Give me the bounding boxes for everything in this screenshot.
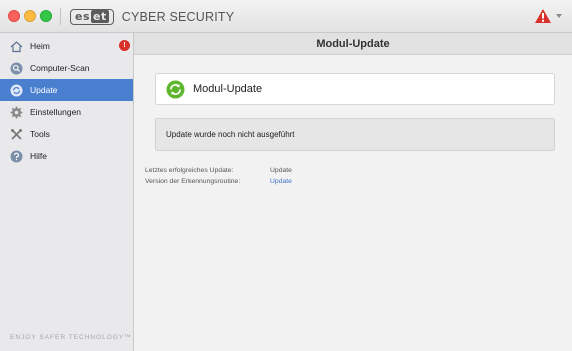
sidebar-item-label: Tools <box>30 129 50 139</box>
title-bar: es et CYBER SECURITY <box>0 0 572 33</box>
gear-icon <box>10 106 23 119</box>
sidebar-item-label: Computer-Scan <box>30 63 90 73</box>
module-update-title: Modul-Update <box>193 83 263 95</box>
eset-logo: es et CYBER SECURITY <box>70 8 234 25</box>
sidebar-item-label: Heim <box>30 41 50 51</box>
refresh-icon <box>166 80 185 99</box>
titlebar-divider <box>60 8 61 25</box>
main-panel: Modul-Update Modul-Update Update wurde n… <box>134 33 572 351</box>
sidebar-item-update[interactable]: Update <box>0 79 133 101</box>
help-icon <box>10 150 23 163</box>
app-window: es et CYBER SECURITY Heim ! Computer-Sca… <box>0 0 572 351</box>
alert-badge: ! <box>119 40 130 51</box>
sidebar-item-label: Update <box>30 85 58 95</box>
home-icon <box>10 41 23 53</box>
sidebar-item-hilfe[interactable]: Hilfe <box>0 145 133 167</box>
engine-version-link[interactable]: Update <box>270 178 292 185</box>
zoom-window-button[interactable] <box>40 10 52 22</box>
sidebar-item-einstellungen[interactable]: Einstellungen <box>0 101 133 123</box>
update-status-text: Update wurde noch nicht ausgeführt <box>166 130 295 139</box>
sidebar-item-heim[interactable]: Heim ! <box>0 35 133 57</box>
update-status-box: Update wurde noch nicht ausgeführt <box>155 118 555 151</box>
product-name: CYBER SECURITY <box>121 9 235 24</box>
last-update-label: Letztes erfolgreiches Update: <box>145 167 234 174</box>
sidebar-item-label: Hilfe <box>30 151 48 161</box>
update-icon <box>10 84 23 97</box>
tools-icon <box>11 129 22 140</box>
logo-mark-part-a: es <box>75 10 91 23</box>
sidebar-item-tools[interactable]: Tools <box>0 123 133 145</box>
tagline: ENJOY SAFER TECHNOLOGY™ <box>10 334 132 341</box>
warning-icon[interactable] <box>534 8 552 24</box>
logo-mark-part-b: et <box>91 10 109 23</box>
last-update-value: Update <box>270 167 292 174</box>
scan-icon <box>10 62 23 75</box>
engine-version-label: Version der Erkennungsroutine: <box>145 178 241 185</box>
sidebar-item-computer-scan[interactable]: Computer-Scan <box>0 57 133 79</box>
eset-logo-mark: es et <box>70 8 114 25</box>
module-update-card[interactable]: Modul-Update <box>155 73 555 105</box>
sidebar: Heim ! Computer-Scan Update Einstellunge… <box>0 33 134 351</box>
warning-dropdown-icon[interactable] <box>556 14 562 18</box>
close-window-button[interactable] <box>8 10 20 22</box>
page-title: Modul-Update <box>134 33 572 55</box>
sidebar-item-label: Einstellungen <box>30 107 82 117</box>
minimize-window-button[interactable] <box>24 10 36 22</box>
